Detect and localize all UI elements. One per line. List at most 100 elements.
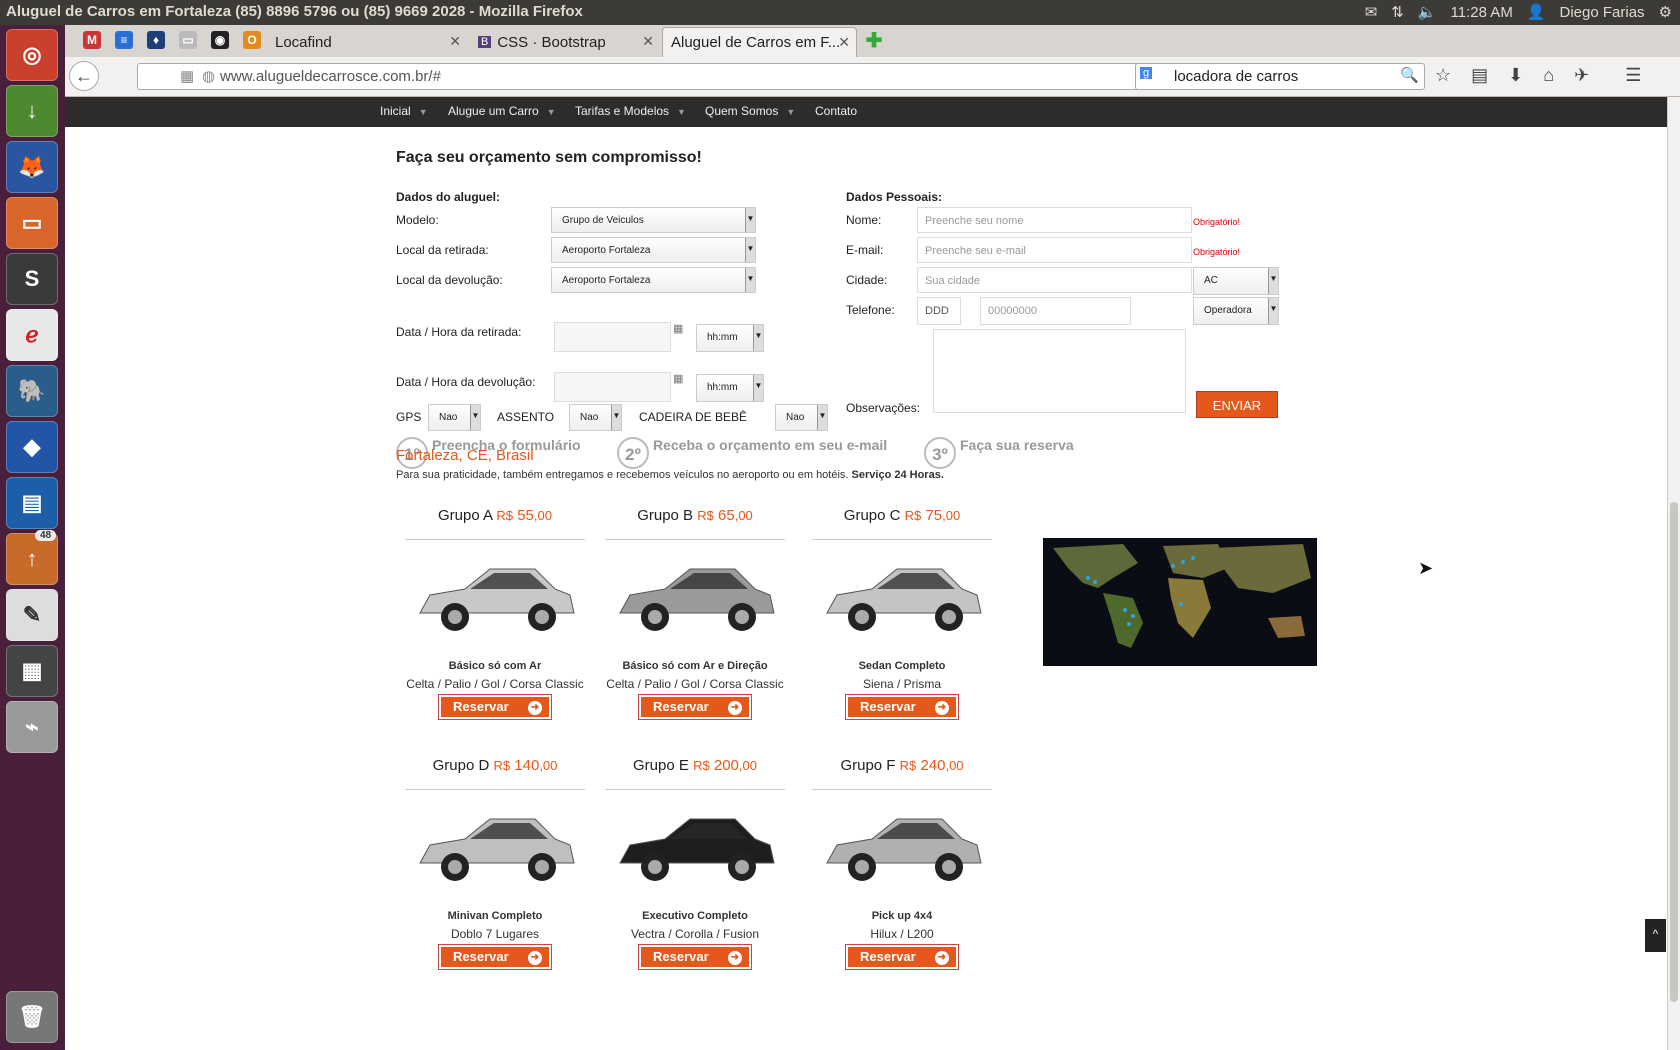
opera-pinned-tab-icon[interactable]: O <box>243 31 261 49</box>
addon-icon[interactable]: ✈ <box>1574 65 1589 86</box>
git-icon[interactable]: ◆ <box>6 421 58 473</box>
docs-pinned-tab-icon[interactable]: ≡ <box>115 31 133 49</box>
reserve-button[interactable]: Reservar ➜ <box>638 694 752 720</box>
mail-icon[interactable]: ✉ <box>1365 3 1378 21</box>
group-price: R$ 55,00 <box>496 507 552 524</box>
new-tab-icon[interactable]: ✚ <box>865 30 883 52</box>
reserve-button[interactable]: Reservar ➜ <box>438 694 552 720</box>
hora-devolucao-select[interactable]: hh:mm ▼ <box>696 374 764 402</box>
hora-retirada-select[interactable]: hh:mm ▼ <box>696 324 764 352</box>
chevron-down-icon: ▼ <box>745 208 755 232</box>
gps-select[interactable]: Nao ▼ <box>428 404 481 431</box>
date-retirada-input[interactable] <box>554 322 671 352</box>
cidade-input[interactable]: Sua cidade <box>917 267 1192 293</box>
menu-item-contato[interactable]: Contato <box>815 104 857 118</box>
assento-label: ASSENTO <box>497 410 555 424</box>
clock[interactable]: 11:28 AM <box>1451 4 1513 21</box>
car-group-card: Grupo A R$ 55,00 Básico só com Ar Celta / … <box>405 507 585 720</box>
google-icon[interactable]: g <box>1140 67 1153 79</box>
group-price: R$ 65,00 <box>697 507 753 524</box>
group-description: Sedan Completo <box>858 660 946 672</box>
arrow-right-icon: ➜ <box>935 951 949 965</box>
tab-bar: M ≡ ♦ ▭ ◉ O Locafind ✕ B CSS · Bootstrap… <box>65 25 1680 57</box>
files-icon[interactable]: ▭ <box>6 197 58 249</box>
bookmarks-icon[interactable]: ▤ <box>1471 65 1488 86</box>
cadeira-select[interactable]: Nao ▼ <box>775 404 828 431</box>
trello-pinned-tab-icon[interactable]: ♦ <box>147 31 165 49</box>
user-name[interactable]: Diego Farias <box>1560 4 1645 21</box>
bookmark-star-icon[interactable]: ☆ <box>1435 65 1451 86</box>
pgadmin-icon[interactable]: 🐘 <box>6 365 58 417</box>
telefone-label: Telefone: <box>846 303 895 317</box>
network-icon[interactable]: ⇅ <box>1391 3 1404 21</box>
send-button[interactable]: ENVIAR <box>1196 391 1278 418</box>
updates-icon[interactable]: ↑ 48 <box>6 530 58 585</box>
car-image <box>405 540 585 660</box>
modelo-select[interactable]: Grupo de Veiculos ▼ <box>551 207 756 233</box>
menu-item-inicial[interactable]: Inicial ▼ <box>380 104 428 118</box>
download-icon[interactable]: ↓ <box>6 85 58 137</box>
text-editor-icon[interactable]: ✎ <box>6 589 58 641</box>
location-title: Fortaleza, CE, Brasil <box>396 447 534 464</box>
tab-locafind[interactable]: Locafind ✕ <box>267 27 467 57</box>
firefox-icon[interactable]: 🦊 <box>6 141 58 193</box>
menu-item-alugue[interactable]: Alugue um Carro ▼ <box>448 104 556 118</box>
back-button[interactable]: ← <box>69 61 99 91</box>
reserve-button[interactable]: Reservar ➜ <box>845 694 959 720</box>
tab-bootstrap[interactable]: B CSS · Bootstrap ✕ <box>470 27 660 57</box>
group-title: Grupo B R$ 65,00 <box>637 507 753 524</box>
step-3: 3º Faça sua reserva <box>924 437 1074 469</box>
observacoes-textarea[interactable] <box>933 329 1186 413</box>
reserve-button[interactable]: Reservar ➜ <box>438 944 552 970</box>
trash-icon[interactable]: 🗑 <box>6 991 58 1043</box>
reserve-button[interactable]: Reservar ➜ <box>638 944 752 970</box>
devolucao-select[interactable]: Aeroporto Fortaleza ▼ <box>551 267 756 293</box>
group-models: Doblo 7 Lugares <box>450 927 540 941</box>
page-scrollbar[interactable] <box>1667 97 1680 1050</box>
ddd-input[interactable]: DDD <box>917 297 961 325</box>
url-bar[interactable]: ▦ ◍ www.alugueldecarrosce.com.br/# ↻ <box>137 63 1199 90</box>
car-group-card: Grupo E R$ 200,00 Executivo Completo Vectr… <box>605 757 785 970</box>
close-icon[interactable]: ✕ <box>642 33 654 50</box>
retirada-select[interactable]: Aeroporto Fortaleza ▼ <box>551 237 756 263</box>
world-map[interactable] <box>1043 538 1317 666</box>
menu-item-tarifas[interactable]: Tarifas e Modelos ▼ <box>575 104 686 118</box>
pinned-tab-icon[interactable]: ▭ <box>179 31 197 49</box>
group-title: Grupo A R$ 55,00 <box>438 507 552 524</box>
calendar-icon[interactable]: ▦ <box>673 372 683 385</box>
email-required: Obrigatório! <box>1193 247 1241 257</box>
close-icon[interactable]: ✕ <box>449 33 461 50</box>
home-icon[interactable]: ⌂ <box>1543 65 1554 86</box>
sublime-icon[interactable]: S <box>6 253 58 305</box>
close-icon[interactable]: ✕ <box>838 34 850 51</box>
usb-icon[interactable]: ⌁ <box>6 701 58 753</box>
group-description: Minivan Completo <box>447 910 543 922</box>
email-field[interactable]: Preenche seu e-mail <box>917 237 1192 263</box>
uf-select[interactable]: AC ▼ <box>1193 267 1279 295</box>
search-input[interactable]: g locadora de carros 🔍 <box>1135 63 1425 90</box>
scroll-to-top-button[interactable]: ^ <box>1645 919 1666 952</box>
download-arrow-icon[interactable]: ⬇ <box>1508 65 1523 86</box>
workspaces-icon[interactable]: ▦ <box>6 645 58 697</box>
calendar-icon[interactable]: ▦ <box>673 322 683 335</box>
pdf-reader-icon[interactable]: ℯ <box>6 309 58 361</box>
tab-aluguel[interactable]: Aluguel de Carros em F... ✕ <box>662 27 857 57</box>
gmail-pinned-tab-icon[interactable]: M <box>83 31 101 49</box>
reserve-button[interactable]: Reservar ➜ <box>845 944 959 970</box>
search-icon[interactable]: 🔍 <box>1400 66 1419 84</box>
date-devolucao-input[interactable] <box>554 372 671 402</box>
scrollbar-thumb[interactable] <box>1670 502 1678 1002</box>
gear-icon[interactable]: ⚙ <box>1659 3 1672 21</box>
assento-select[interactable]: Nao ▼ <box>569 404 622 431</box>
volume-icon[interactable]: 🔈 <box>1418 3 1437 21</box>
operadora-select[interactable]: Operadora ▼ <box>1193 297 1279 325</box>
nome-input[interactable]: Preenche seu nome <box>917 207 1192 233</box>
github-pinned-tab-icon[interactable]: ◉ <box>211 31 229 49</box>
writer-icon[interactable]: ▤ <box>6 477 58 529</box>
personal-section-title: Dados Pessoais: <box>846 190 943 204</box>
phone-input[interactable]: 00000000 <box>980 297 1131 325</box>
page-icon: ▦ <box>180 68 195 85</box>
menu-item-quem-somos[interactable]: Quem Somos ▼ <box>705 104 795 118</box>
menu-icon[interactable]: ☰ <box>1625 65 1641 86</box>
ubuntu-logo-icon[interactable]: ◎ <box>6 29 58 81</box>
